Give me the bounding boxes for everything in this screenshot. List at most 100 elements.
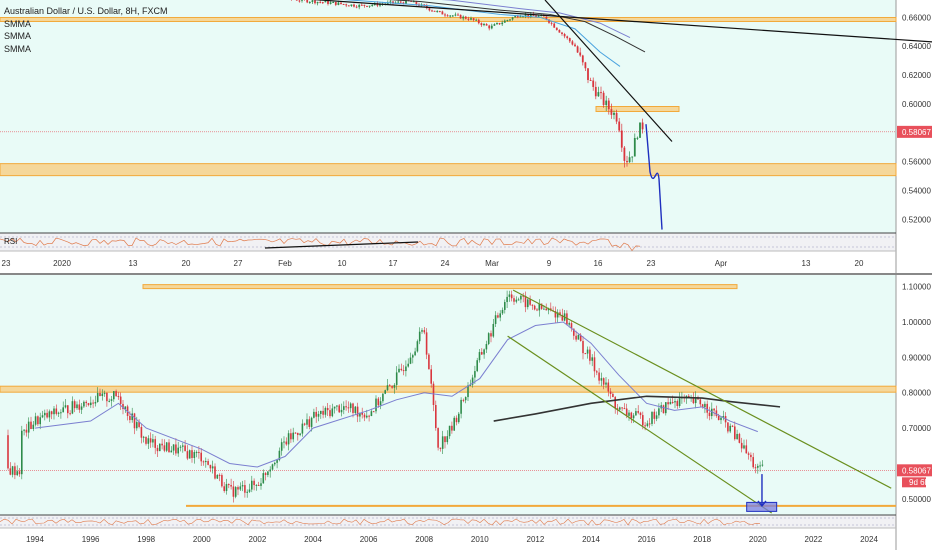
- time-tick-label: 2022: [805, 535, 823, 544]
- candle: [251, 480, 253, 490]
- candle: [494, 315, 497, 324]
- candle: [605, 100, 608, 106]
- candle: [610, 109, 613, 115]
- candle: [448, 425, 451, 437]
- indicator-label[interactable]: SMMA: [4, 44, 31, 54]
- candle: [513, 298, 515, 302]
- price-tag-label: 0.58067: [902, 128, 931, 137]
- candle: [488, 25, 491, 29]
- candle: [759, 465, 761, 467]
- candle: [260, 483, 262, 486]
- indicator-label[interactable]: SMMA: [4, 19, 31, 29]
- candle: [306, 0, 309, 3]
- candle: [477, 19, 480, 24]
- candle: [67, 405, 69, 414]
- candle: [602, 92, 605, 106]
- price-tick-label: 0.52000: [902, 215, 931, 224]
- time-tick-label: 13: [802, 259, 811, 268]
- candle: [142, 436, 145, 438]
- candle: [472, 18, 475, 21]
- candle: [228, 484, 230, 486]
- candle: [568, 38, 571, 42]
- candle: [21, 430, 23, 475]
- candle: [467, 385, 469, 398]
- time-tick-label: 9: [547, 259, 552, 268]
- candle: [577, 334, 580, 340]
- time-tick-label: 2016: [638, 535, 656, 544]
- candle: [140, 426, 143, 438]
- price-tick-label: 0.80000: [902, 389, 931, 398]
- candle: [172, 444, 175, 451]
- candle: [113, 391, 115, 400]
- candle: [60, 412, 62, 414]
- candle: [704, 403, 706, 408]
- candle: [99, 392, 101, 397]
- candle: [244, 485, 246, 493]
- candle: [439, 447, 442, 449]
- price-tick-label: 0.64000: [902, 42, 931, 51]
- candle: [39, 417, 41, 425]
- time-tick-label: 2020: [749, 535, 767, 544]
- candle: [743, 445, 745, 449]
- candle: [476, 360, 478, 372]
- candle: [605, 382, 607, 385]
- candle: [129, 415, 131, 421]
- candle: [674, 401, 676, 403]
- candle: [584, 62, 587, 69]
- candle: [308, 419, 311, 427]
- candle: [550, 22, 553, 24]
- candle: [543, 308, 545, 310]
- candle: [314, 0, 316, 4]
- candle: [576, 46, 579, 53]
- candle: [87, 403, 90, 406]
- candle: [14, 466, 16, 476]
- candle: [462, 16, 465, 19]
- candle: [356, 406, 359, 417]
- candle: [750, 454, 752, 458]
- chart-workspace[interactable]: 0.660000.640000.620000.600000.580000.560…: [0, 0, 932, 550]
- candle: [262, 473, 265, 484]
- candle: [230, 485, 232, 487]
- candle: [745, 445, 748, 454]
- candle: [350, 4, 353, 7]
- candle: [349, 403, 352, 409]
- candle: [188, 450, 191, 459]
- indicator-label[interactable]: SMMA: [4, 31, 31, 41]
- rsi-label[interactable]: RSI: [4, 237, 17, 246]
- candle: [669, 401, 672, 405]
- candle: [18, 471, 21, 475]
- candle: [478, 352, 481, 361]
- chart-canvas[interactable]: 0.660000.640000.620000.600000.580000.560…: [0, 0, 932, 550]
- candle: [596, 371, 598, 373]
- candle: [225, 484, 228, 492]
- rsi-pane-bottom: [0, 515, 896, 528]
- candle: [594, 86, 597, 97]
- candle: [727, 422, 729, 432]
- time-tick-label: 2020: [53, 259, 71, 268]
- candle: [352, 403, 354, 413]
- time-tick-label: Apr: [715, 259, 728, 268]
- candle: [329, 2, 332, 4]
- candle: [7, 435, 9, 469]
- candle: [754, 467, 757, 469]
- candle: [315, 411, 317, 417]
- candle: [221, 475, 223, 487]
- candle: [655, 415, 658, 419]
- candle: [524, 295, 527, 308]
- candle: [246, 491, 248, 493]
- candle: [436, 11, 439, 13]
- candle: [27, 421, 30, 433]
- candle: [607, 382, 610, 392]
- candle: [209, 464, 212, 469]
- candle: [483, 349, 485, 355]
- candle: [207, 461, 209, 465]
- time-tick-label: 2000: [193, 535, 211, 544]
- candle: [331, 408, 334, 417]
- candle: [223, 486, 225, 492]
- candle: [431, 10, 433, 12]
- candle: [553, 23, 556, 28]
- candle: [345, 406, 347, 408]
- candle: [310, 417, 313, 427]
- candle: [324, 407, 327, 415]
- candle: [464, 16, 467, 19]
